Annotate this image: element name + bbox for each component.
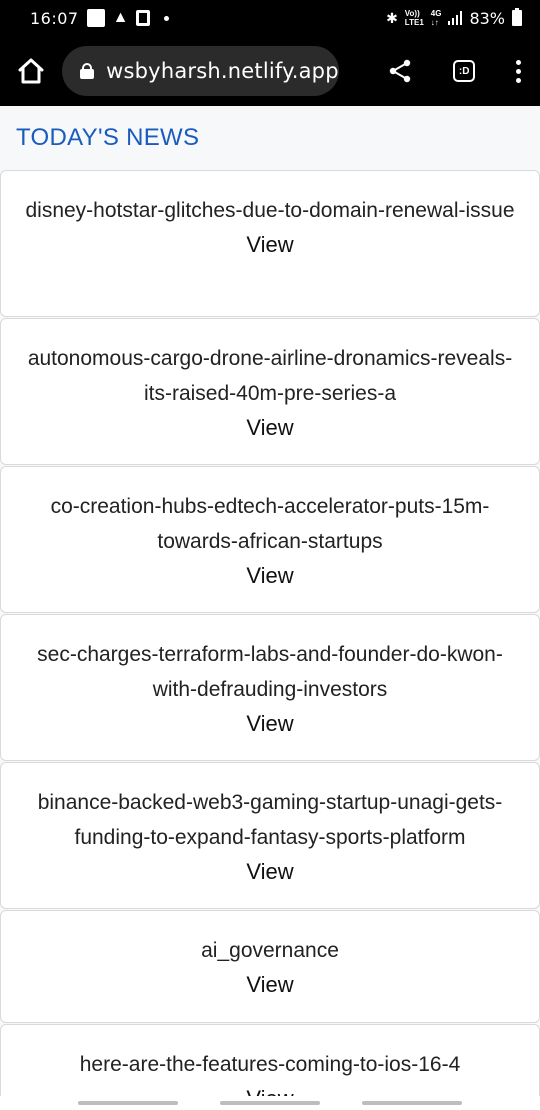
news-card: autonomous-cargo-drone-airline-dronamics…: [0, 318, 540, 465]
status-bar: 16:07 ▲ ✱ Vo)) LTE1 4G ↓↑ 83%: [0, 0, 540, 36]
more-notifications-dot-icon: [164, 15, 170, 21]
bluetooth-icon: ✱: [386, 9, 398, 26]
address-bar[interactable]: wsbyharsh.netlify.app: [62, 46, 339, 96]
home-icon: [18, 58, 44, 84]
net-top: 4G: [430, 9, 442, 18]
back-gesture-handle[interactable]: [362, 1101, 462, 1105]
home-gesture-handle[interactable]: [220, 1101, 320, 1105]
view-link[interactable]: View: [246, 968, 293, 1002]
share-button[interactable]: [371, 36, 429, 106]
news-card: sec-charges-terraform-labs-and-founder-d…: [0, 614, 540, 761]
battery-icon: [512, 8, 522, 26]
net-bottom: ↓↑: [430, 18, 439, 27]
view-link[interactable]: View: [246, 707, 293, 741]
browser-toolbar: wsbyharsh.netlify.app :D: [0, 36, 540, 106]
news-card: ai_governance View: [0, 910, 540, 1023]
recents-gesture-handle[interactable]: [78, 1101, 178, 1105]
view-link[interactable]: View: [246, 411, 293, 445]
status-right: ✱ Vo)) LTE1 4G ↓↑ 83%: [386, 8, 522, 28]
notification-box-icon: [136, 10, 151, 26]
news-title: binance-backed-web3-gaming-startup-unagi…: [37, 791, 503, 849]
status-time: 16:07: [30, 8, 79, 28]
home-button[interactable]: [0, 36, 62, 106]
page-content: TODAY'S NEWS disney-hotstar-glitches-due…: [0, 106, 540, 1096]
more-vertical-icon: [516, 59, 522, 83]
url-text: wsbyharsh.netlify.app: [106, 59, 339, 83]
view-link[interactable]: View: [246, 855, 293, 889]
news-card: disney-hotstar-glitches-due-to-domain-re…: [0, 170, 540, 317]
lock-icon: [80, 63, 95, 79]
news-card: co-creation-hubs-edtech-accelerator-puts…: [0, 466, 540, 613]
signal-strength-icon: [448, 11, 463, 25]
page-title: TODAY'S NEWS: [16, 124, 200, 151]
status-left: 16:07 ▲: [30, 8, 170, 28]
news-title: co-creation-hubs-edtech-accelerator-puts…: [50, 495, 490, 553]
network-type-indicator: 4G ↓↑: [431, 9, 442, 27]
overflow-menu-button[interactable]: [497, 36, 540, 106]
gesture-nav-bar: [0, 1096, 540, 1110]
news-title: ai_governance: [201, 939, 339, 962]
news-title: here-are-the-features-coming-to-ios-16-4: [79, 1053, 461, 1076]
news-title: disney-hotstar-glitches-due-to-domain-re…: [25, 199, 515, 222]
volte-bottom: LTE1: [404, 18, 424, 27]
extension-icon: :D: [453, 60, 476, 82]
news-card: here-are-the-features-coming-to-ios-16-4…: [0, 1024, 540, 1096]
volte-indicator: Vo)) LTE1: [405, 9, 424, 27]
warning-icon: ▲: [112, 9, 129, 26]
battery-percent: 83%: [469, 8, 505, 28]
notification-app-icon: [86, 9, 105, 27]
view-link[interactable]: View: [246, 228, 293, 262]
view-link[interactable]: View: [246, 559, 293, 593]
volte-top: Vo)): [404, 9, 420, 18]
news-title: sec-charges-terraform-labs-and-founder-d…: [37, 643, 503, 701]
news-title: autonomous-cargo-drone-airline-dronamics…: [27, 347, 513, 405]
extension-button[interactable]: :D: [435, 36, 493, 106]
news-card: binance-backed-web3-gaming-startup-unagi…: [0, 762, 540, 909]
news-list: disney-hotstar-glitches-due-to-domain-re…: [0, 170, 540, 1096]
share-icon: [389, 59, 411, 83]
view-link[interactable]: View: [246, 1082, 293, 1096]
